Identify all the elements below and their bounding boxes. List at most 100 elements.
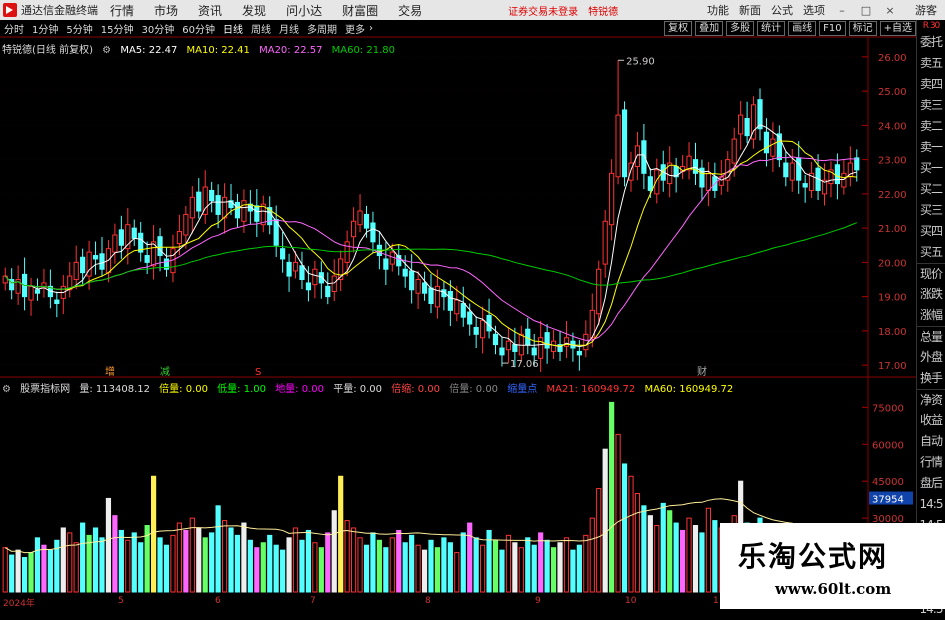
sub-legend: ⚙ 股票指标网 量: 113408.12 倍量: 0.00 低量: 1.00 地… bbox=[2, 380, 739, 395]
volume-bar bbox=[357, 537, 363, 593]
volume-bar bbox=[628, 475, 634, 593]
volume-bar bbox=[538, 532, 544, 593]
volume-bar bbox=[505, 534, 512, 593]
volume-bar bbox=[602, 448, 608, 593]
volume-bar bbox=[428, 539, 434, 593]
volume-bar bbox=[247, 539, 253, 593]
candle-body bbox=[480, 320, 486, 339]
volume-bar bbox=[125, 539, 131, 593]
volume-bar bbox=[421, 549, 428, 593]
candle-body bbox=[544, 332, 550, 349]
volume-bar bbox=[2, 547, 8, 593]
candle-body bbox=[738, 114, 744, 135]
candle-body bbox=[357, 210, 363, 226]
volume-bar bbox=[170, 534, 176, 593]
candle-body bbox=[409, 270, 415, 291]
volume-bar bbox=[654, 525, 660, 593]
guest-label[interactable]: 游客 bbox=[915, 2, 937, 18]
settings-gear-icon[interactable]: ⚙ bbox=[102, 45, 111, 56]
candle-body bbox=[209, 189, 215, 202]
side-item-19[interactable]: 自动 bbox=[917, 431, 945, 452]
volume-bar bbox=[292, 527, 299, 593]
volume-bar bbox=[118, 529, 124, 593]
volume-bar bbox=[454, 552, 460, 593]
vol-label: 量: 113408.12 bbox=[79, 384, 150, 395]
volume-bar bbox=[589, 517, 595, 593]
bei-label: 倍量: 0.00 bbox=[159, 384, 208, 395]
indicator-gear-icon[interactable]: ⚙ bbox=[2, 384, 11, 395]
volume-bar bbox=[641, 505, 647, 593]
candle-body bbox=[705, 172, 711, 191]
candle-body bbox=[744, 118, 750, 137]
beisuo-label: 倍缩: 0.00 bbox=[391, 384, 441, 395]
candle-body bbox=[157, 236, 163, 257]
price-tick-label: 22.00 bbox=[878, 190, 907, 201]
watermark-title: 乐淘公式网 bbox=[738, 540, 889, 573]
candle-body bbox=[576, 350, 582, 356]
candle-body bbox=[783, 162, 789, 178]
suoliang-label: 缩量点 bbox=[507, 384, 538, 395]
side-item-7: 买二 bbox=[919, 182, 943, 196]
candle-body bbox=[763, 131, 770, 154]
candle-body bbox=[312, 268, 318, 286]
candle-body bbox=[99, 253, 105, 270]
side-item-22[interactable]: 14:5 bbox=[917, 494, 945, 515]
candle-body bbox=[286, 261, 292, 277]
volume-bar bbox=[299, 539, 305, 593]
candle-body bbox=[421, 282, 428, 294]
side-item-21[interactable]: 盘后 bbox=[917, 473, 945, 494]
volume-bar bbox=[73, 542, 79, 593]
volume-bar bbox=[576, 544, 582, 593]
volume-bar bbox=[112, 515, 118, 593]
candle-body bbox=[789, 162, 795, 181]
price-tick-label: 17.00 bbox=[878, 361, 907, 372]
side-item-20[interactable]: 行情 bbox=[917, 452, 945, 473]
volume-bar bbox=[441, 537, 447, 593]
candle-body bbox=[512, 344, 518, 352]
candle-body bbox=[492, 333, 499, 346]
volume-bar bbox=[531, 544, 537, 593]
volume-bar bbox=[512, 542, 518, 593]
price-tick-label: 23.00 bbox=[878, 156, 907, 167]
volume-bar bbox=[105, 497, 112, 593]
volume-bar bbox=[376, 539, 382, 593]
volume-bar bbox=[151, 475, 157, 593]
volume-bar bbox=[596, 488, 602, 593]
candle-body bbox=[583, 333, 589, 351]
volume-bar bbox=[499, 549, 505, 593]
high-label: 25.90 bbox=[626, 56, 655, 67]
candle-body bbox=[280, 248, 286, 260]
volume-bar bbox=[28, 552, 34, 593]
side-item-5: 卖一 bbox=[919, 140, 943, 154]
volume-bar bbox=[409, 534, 415, 593]
volume-bar bbox=[254, 547, 260, 593]
volume-bar bbox=[634, 493, 641, 593]
volume-bar bbox=[234, 534, 241, 593]
candle-body bbox=[92, 255, 99, 260]
volume-bar bbox=[241, 522, 247, 593]
candle-body bbox=[292, 261, 299, 272]
volume-bar bbox=[621, 463, 628, 593]
date-tick: 8 bbox=[425, 596, 431, 606]
volume-bar bbox=[260, 542, 266, 593]
event-marker: 增 bbox=[105, 365, 115, 378]
volume-bar bbox=[389, 537, 395, 593]
volume-bar bbox=[60, 527, 66, 593]
date-tick: 2024年 bbox=[3, 599, 35, 609]
side-item-3: 卖三 bbox=[919, 98, 943, 112]
candle-body bbox=[383, 258, 389, 270]
side-item-13: 涨幅 bbox=[919, 308, 943, 322]
volume-bar bbox=[647, 515, 653, 593]
volume-bar bbox=[563, 537, 570, 593]
candle-body bbox=[531, 347, 537, 356]
date-axis: 2024年 5 6 7 8 9 10 1 bbox=[0, 594, 720, 609]
candle-body bbox=[221, 196, 228, 219]
candle-body bbox=[254, 205, 260, 222]
vol-tick-label: 75000 bbox=[872, 403, 904, 414]
kline-chart[interactable]: 26.00 25.00 24.00 23.00 22.00 21.00 20.00 19.00… bbox=[0, 0, 916, 594]
volume-bar bbox=[131, 532, 137, 593]
volume-bar bbox=[318, 547, 324, 593]
candle-body bbox=[486, 314, 492, 332]
volume-bar bbox=[660, 502, 666, 593]
volume-bar bbox=[15, 549, 21, 593]
